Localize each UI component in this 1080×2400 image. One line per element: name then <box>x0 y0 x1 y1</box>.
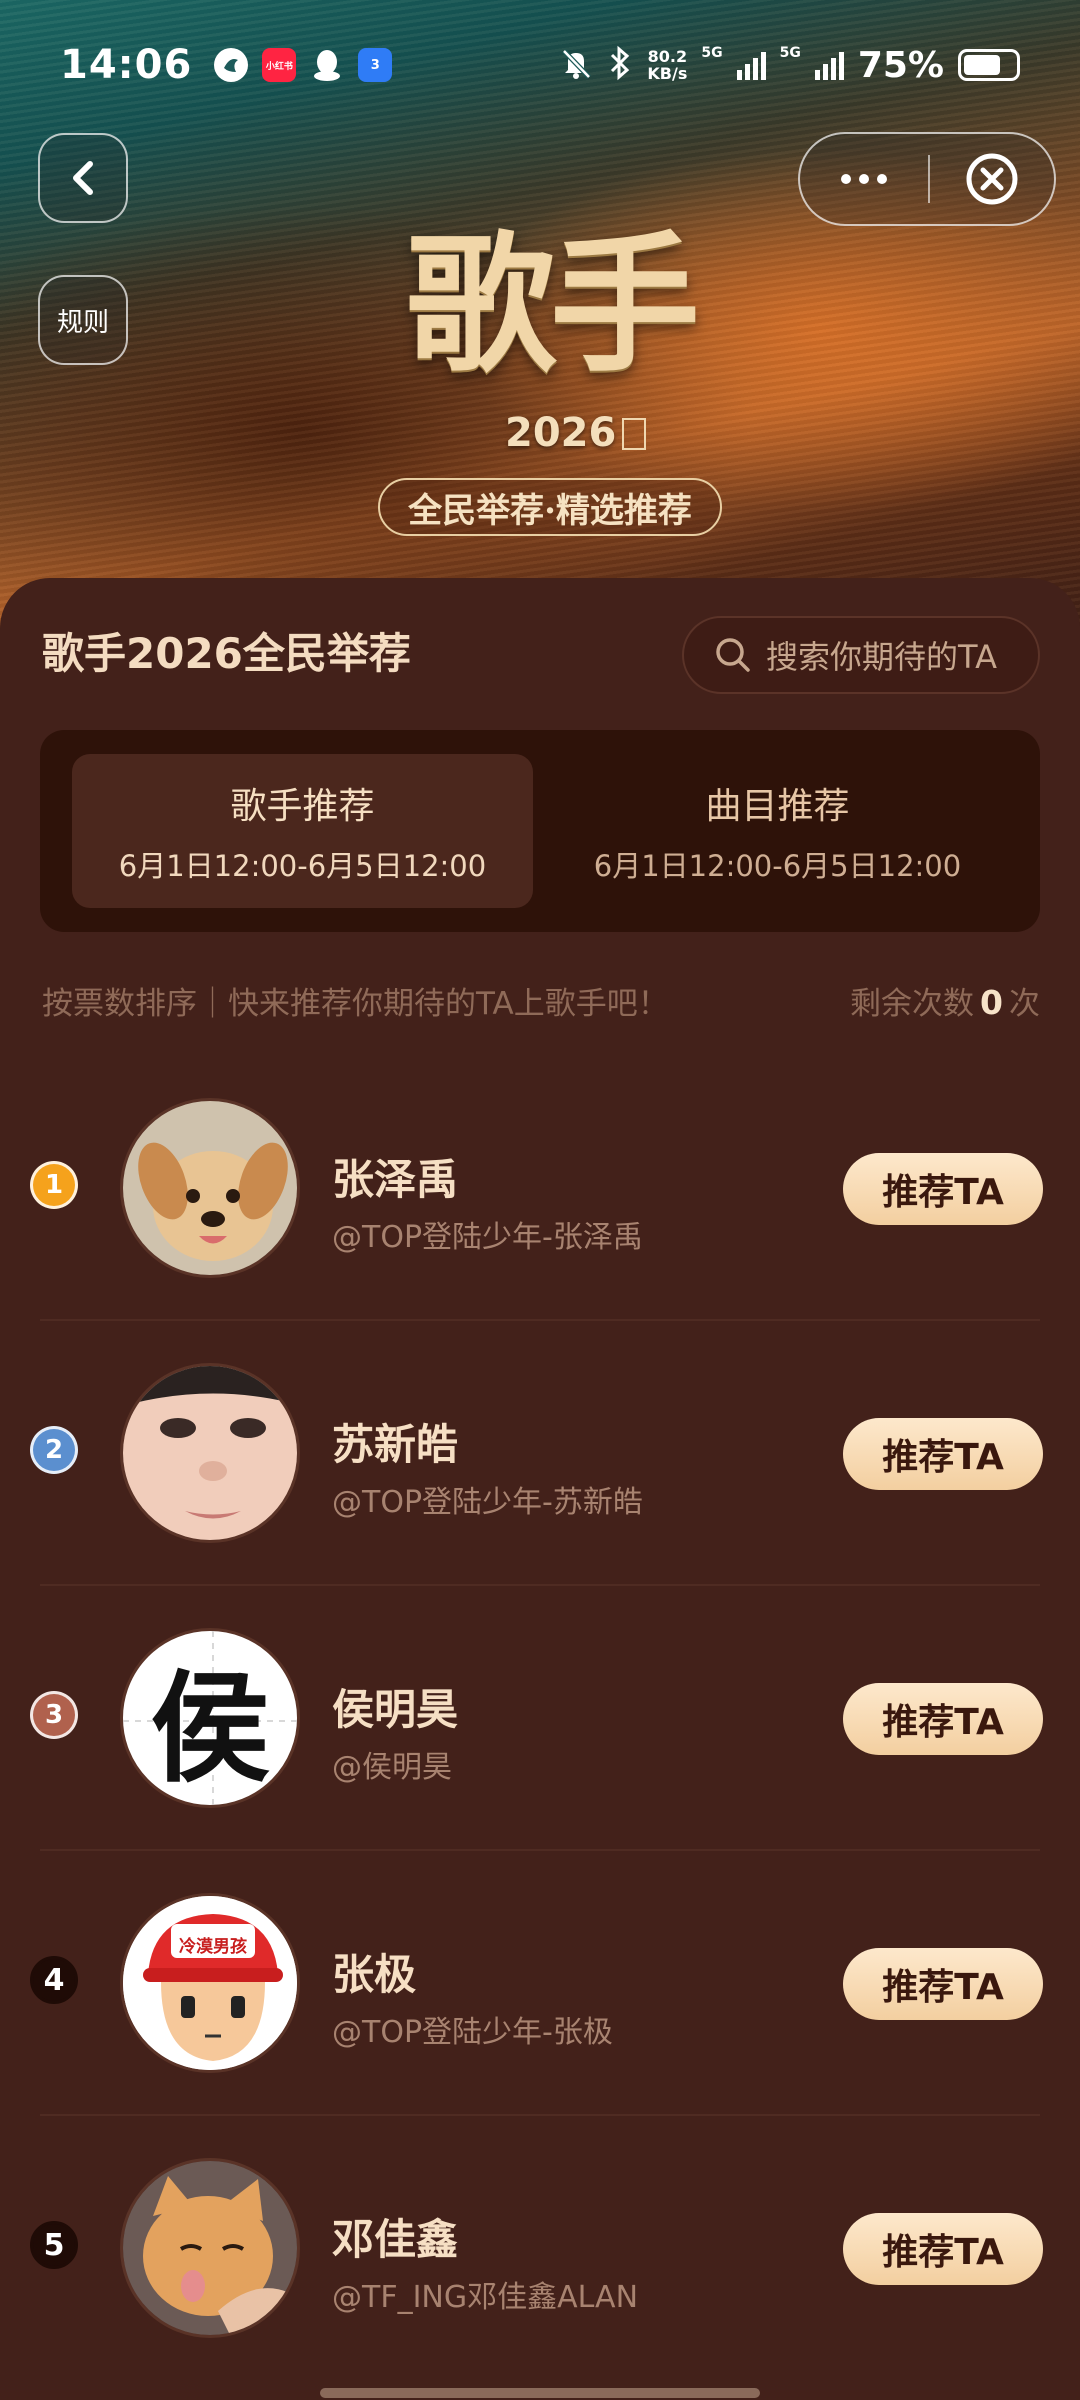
rank-badge: 1 <box>30 1161 78 1209</box>
status-time: 14:06 <box>60 42 193 88</box>
avatar[interactable]: 侯 <box>120 1628 300 1808</box>
tab-label: 曲目推荐 <box>705 786 850 827</box>
avatar-character: 侯 <box>150 1658 270 1799</box>
net-speed-unit: KB/s <box>647 64 688 83</box>
broadcaster-seal <box>622 418 646 450</box>
list-item: 4 冷漠男孩 张极 @TOP登陆少年-张极 推荐TA <box>0 1851 1080 2116</box>
rules-label: 规则 <box>56 307 109 338</box>
recommend-button[interactable]: 推荐TA <box>843 2213 1043 2285</box>
candidate-name: 苏新皓 <box>332 1420 459 1469</box>
bluetooth-icon <box>607 45 633 85</box>
mini-program-capsule <box>798 132 1056 226</box>
xiaohongshu-app-icon: 小红书 <box>262 48 297 82</box>
list-item: 5 邓佳鑫 @TF_ING邓佳鑫ALAN 推荐TA <box>0 2116 1080 2381</box>
sort-hint: 按票数排序｜快来推荐你期待的TA上歌手吧！ <box>42 986 669 1022</box>
rank-badge: 5 <box>30 2221 78 2269</box>
candidate-name: 张泽禹 <box>332 1155 459 1204</box>
signal-icon <box>736 50 766 80</box>
rank-badge: 4 <box>30 1956 78 2004</box>
rank-badge: 2 <box>30 1426 78 1474</box>
candidate-handle: @TOP登陆少年-苏新皓 <box>332 1485 643 1520</box>
battery-percent: 75% <box>857 44 944 86</box>
recommend-button[interactable]: 推荐TA <box>843 1418 1043 1490</box>
search-box[interactable]: 搜索你期待的TA <box>682 616 1040 694</box>
candidate-handle: @侯明昊 <box>332 1750 452 1785</box>
sim1-type: 5G <box>701 44 723 61</box>
chevron-left-icon <box>73 161 93 195</box>
sort-info-row: 按票数排序｜快来推荐你期待的TA上歌手吧！ 剩余次数 0 次 <box>42 978 1040 1023</box>
banner-logo: 歌手 2026 <box>360 217 740 456</box>
list-item: 3 侯 侯明昊 @侯明昊 推荐TA <box>0 1586 1080 1851</box>
banner-subtitle: 全民举荐·精选推荐 <box>378 478 722 536</box>
avatar[interactable] <box>120 2158 300 2338</box>
list-item: 1 张泽禹 @TOP登陆少年-张泽禹 推荐TA <box>0 1056 1080 1321</box>
tab-time: 6月1日12:00-6月5日12:00 <box>593 849 962 883</box>
browser-app-icon <box>214 48 249 82</box>
candidate-handle: @TOP登陆少年-张极 <box>332 2015 613 2050</box>
candidate-list: 1 张泽禹 @TOP登陆少年-张泽禹 推荐TA 2 苏新皓 @TOP登陆少年-苏… <box>0 1056 1080 2381</box>
page-title: 歌手2026全民举荐 <box>42 629 411 678</box>
qq-app-icon <box>310 48 344 82</box>
status-bar: 14:06 小红书 3 80.2 KB/s 5G 5G 75% <box>0 0 1080 130</box>
tab-song-recommend[interactable]: 曲目推荐 6月1日12:00-6月5日12:00 <box>547 754 1008 908</box>
close-circle-icon <box>966 153 1018 205</box>
tab-bar: 歌手推荐 6月1日12:00-6月5日12:00 曲目推荐 6月1日12:00-… <box>40 730 1040 932</box>
avatar[interactable]: 冷漠男孩 <box>120 1893 300 2073</box>
more-button[interactable] <box>800 134 928 224</box>
home-indicator[interactable] <box>320 2388 760 2398</box>
signal-icon <box>814 50 844 80</box>
banner-title: 歌手 <box>405 217 700 393</box>
back-button[interactable] <box>38 133 128 223</box>
remaining-unit: 次 <box>1009 986 1040 1022</box>
recommend-button[interactable]: 推荐TA <box>843 1683 1043 1755</box>
list-item: 2 苏新皓 @TOP登陆少年-苏新皓 推荐TA <box>0 1321 1080 1586</box>
avatar[interactable] <box>120 1363 300 1543</box>
sim2-type: 5G <box>779 44 801 61</box>
tab-singer-recommend[interactable]: 歌手推荐 6月1日12:00-6月5日12:00 <box>72 754 533 908</box>
close-button[interactable] <box>930 134 1054 224</box>
status-right: 80.2 KB/s 5G 5G 75% <box>559 45 1020 86</box>
remaining-label: 剩余次数 <box>850 986 975 1022</box>
avatar-cap-text: 冷漠男孩 <box>179 1937 247 1957</box>
more-dots-icon <box>841 174 887 184</box>
banner-year: 2026 <box>505 410 617 456</box>
mute-bell-icon <box>559 46 593 84</box>
battery-icon <box>958 49 1020 81</box>
avatar[interactable] <box>120 1098 300 1278</box>
network-speed: 80.2 KB/s <box>647 48 687 82</box>
candidate-name: 侯明昊 <box>332 1685 459 1734</box>
remaining-count: 0 <box>980 983 1003 1022</box>
recommend-button[interactable]: 推荐TA <box>843 1948 1043 2020</box>
rank-badge: 3 <box>30 1691 78 1739</box>
tab-label: 歌手推荐 <box>230 786 375 827</box>
search-icon <box>716 638 750 672</box>
candidate-handle: @TOP登陆少年-张泽禹 <box>332 1220 643 1255</box>
candidate-handle: @TF_ING邓佳鑫ALAN <box>332 2280 639 2315</box>
recommend-button[interactable]: 推荐TA <box>843 1153 1043 1225</box>
notification-badge-icon: 3 <box>358 48 393 82</box>
remaining-votes: 剩余次数 0 次 <box>850 978 1040 1023</box>
candidate-name: 邓佳鑫 <box>332 2215 459 2264</box>
rules-button[interactable]: 规则 <box>38 275 128 365</box>
tab-time: 6月1日12:00-6月5日12:00 <box>118 849 487 883</box>
candidate-name: 张极 <box>332 1950 417 1999</box>
main-panel: 歌手2026全民举荐 搜索你期待的TA 歌手推荐 6月1日12:00-6月5日1… <box>0 578 1080 2400</box>
search-placeholder: 搜索你期待的TA <box>766 638 997 676</box>
